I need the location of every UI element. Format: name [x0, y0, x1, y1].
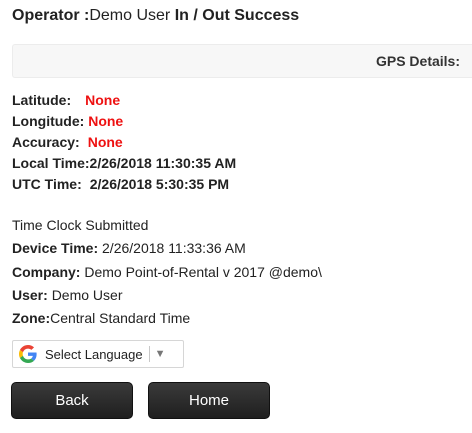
- operator-label: Operator :: [12, 7, 90, 24]
- submitted-text: Time Clock Submitted: [12, 217, 149, 233]
- local-time-value: 2/26/2018 11:30:35 AM: [89, 155, 237, 171]
- operator-header: Operator :Demo User In / Out Success: [12, 6, 299, 26]
- longitude-label: Longitude:: [12, 113, 85, 129]
- user-value: Demo User: [51, 286, 123, 303]
- utc-time-row: UTC Time: 2/26/2018 5:30:35 PM: [12, 174, 236, 195]
- device-time-row: Device Time: 2/26/2018 11:33:36 AM: [12, 237, 322, 260]
- device-time-label: Device Time:: [12, 240, 99, 257]
- status-text: In / Out Success: [174, 7, 300, 24]
- company-row: Company: Demo Point-of-Rental v 2017 @de…: [12, 261, 322, 284]
- language-selector[interactable]: Select Language ▼: [12, 340, 184, 368]
- language-separator: [148, 346, 150, 362]
- user-row: User: Demo User: [12, 284, 322, 307]
- accuracy-label: Accuracy:: [12, 134, 80, 150]
- accuracy-value: None: [87, 134, 123, 150]
- accuracy-row: Accuracy: None: [12, 132, 236, 153]
- latitude-label: Latitude:: [12, 92, 72, 108]
- longitude-value: None: [88, 113, 124, 129]
- gps-details-title: GPS Details:: [375, 53, 460, 69]
- back-button[interactable]: Back: [11, 382, 133, 419]
- device-time-value: 2/26/2018 11:33:36 AM: [102, 240, 246, 257]
- latitude-value: None: [85, 92, 121, 108]
- latitude-row: Latitude: None: [12, 90, 236, 111]
- language-label: Select Language: [45, 346, 143, 362]
- home-button[interactable]: Home: [148, 382, 270, 419]
- zone-value: Central Standard Time: [50, 310, 191, 327]
- company-label: Company:: [12, 263, 81, 280]
- chevron-down-icon: ▼: [154, 348, 166, 360]
- submission-info-list: Time Clock Submitted Device Time: 2/26/2…: [12, 214, 322, 330]
- local-time-row: Local Time:2/26/2018 11:30:35 AM: [12, 153, 236, 174]
- utc-time-label: UTC Time:: [12, 176, 82, 192]
- operator-name: Demo User: [89, 7, 175, 24]
- zone-label: Zone:: [12, 310, 51, 327]
- longitude-row: Longitude: None: [12, 111, 236, 132]
- local-time-label: Local Time:: [12, 155, 90, 171]
- company-value: Demo Point-of-Rental v 2017 @demo\: [84, 263, 322, 280]
- gps-details-bar: GPS Details:: [12, 44, 472, 78]
- google-g-icon: [17, 343, 39, 365]
- utc-time-value: 2/26/2018 5:30:35 PM: [89, 176, 230, 192]
- user-label: User:: [12, 286, 48, 303]
- gps-info-list: Latitude: None Longitude: None Accuracy: N…: [12, 90, 236, 195]
- zone-row: Zone:Central Standard Time: [12, 307, 322, 330]
